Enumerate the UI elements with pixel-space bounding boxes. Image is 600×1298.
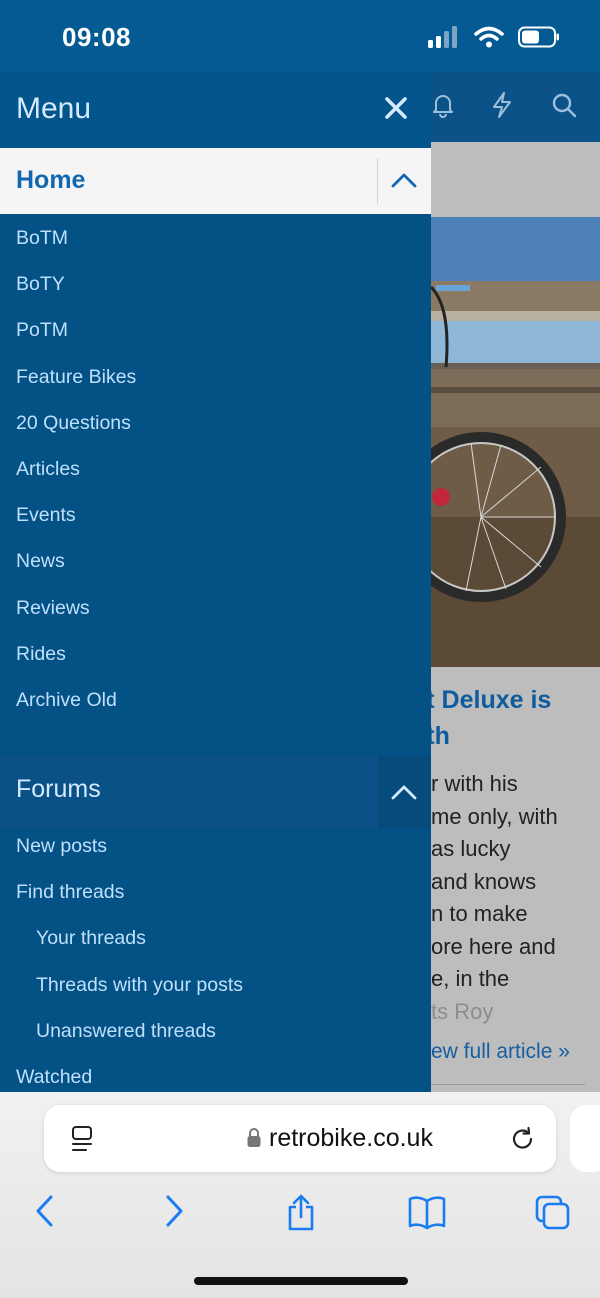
home-submenu-item[interactable]: 20 Questions xyxy=(0,407,431,453)
wifi-icon xyxy=(474,26,504,48)
lightning-icon[interactable] xyxy=(491,92,513,118)
menu-header: Menu xyxy=(0,72,431,148)
article-text-fade-line: ts Roy xyxy=(431,998,494,1024)
forums-submenu-item[interactable]: Your threads xyxy=(0,922,431,968)
article-title-line: nth xyxy=(431,722,450,750)
close-icon[interactable] xyxy=(382,94,410,122)
battery-icon xyxy=(518,26,559,48)
bike-photo xyxy=(431,217,600,667)
forums-submenu: New posts Find threads Your threads Threads… xyxy=(0,828,431,1092)
page-content: nt Deluxe is nth r with his me only, wit… xyxy=(431,142,600,1092)
article-text-line: me only, with xyxy=(431,803,558,829)
url-text: retrobike.co.uk xyxy=(269,1124,433,1152)
forward-icon[interactable] xyxy=(162,1194,186,1228)
status-bar: 09:08 xyxy=(0,0,600,72)
cellular-signal-icon xyxy=(428,26,457,48)
chevron-up-icon xyxy=(391,785,417,800)
home-submenu-item[interactable]: News xyxy=(0,545,431,591)
article-text-line: as lucky xyxy=(431,836,511,861)
reload-icon[interactable] xyxy=(510,1125,536,1153)
home-submenu-item[interactable]: Reviews xyxy=(0,592,431,638)
home-link[interactable]: Home xyxy=(16,166,85,195)
site-header xyxy=(431,72,600,142)
off-canvas-menu: Menu Home BoTM BoTY PoTM Feature Bikes 20 Qu… xyxy=(0,72,431,1092)
forums-submenu-item[interactable]: Watched xyxy=(0,1061,431,1092)
article-text-line: and knows xyxy=(431,868,537,894)
browser-toolbar: retrobike.co.uk xyxy=(0,1092,600,1298)
home-submenu-item[interactable]: Events xyxy=(0,499,431,545)
menu-title: Menu xyxy=(16,92,92,125)
bell-icon[interactable] xyxy=(431,92,455,118)
article-title-line: nt Deluxe is xyxy=(431,686,552,714)
home-submenu-item[interactable]: Archive Old xyxy=(0,684,431,730)
search-icon[interactable] xyxy=(551,92,577,118)
status-time: 09:08 xyxy=(62,22,131,52)
home-submenu-item[interactable]: PoTM xyxy=(0,314,431,360)
home-submenu-item[interactable]: Rides xyxy=(0,638,431,684)
lock-icon xyxy=(247,1128,261,1147)
home-submenu-item[interactable]: Articles xyxy=(0,453,431,499)
status-icons xyxy=(428,26,560,48)
article-text-line: n to make xyxy=(431,901,528,926)
back-icon[interactable] xyxy=(33,1194,57,1228)
article-text-line: e, in the xyxy=(431,966,510,991)
divider xyxy=(431,1084,585,1085)
forums-link[interactable]: Forums xyxy=(16,775,101,804)
address-bar[interactable]: retrobike.co.uk xyxy=(44,1105,556,1172)
article-snippet: r with his me only, with as lucky and kn… xyxy=(431,768,600,1028)
menu-section-forums[interactable]: Forums xyxy=(0,756,431,829)
article-photo[interactable] xyxy=(431,217,600,667)
article-title[interactable]: nt Deluxe is nth xyxy=(431,682,600,754)
tabs-icon[interactable] xyxy=(534,1194,572,1232)
forums-collapse-toggle[interactable] xyxy=(378,756,431,829)
forums-submenu-item[interactable]: Find threads xyxy=(0,876,431,922)
home-submenu: BoTM BoTY PoTM Feature Bikes 20 Questions Art… xyxy=(0,214,431,730)
article-text-line: r with his xyxy=(431,771,518,796)
home-collapse-toggle[interactable] xyxy=(378,148,431,214)
forums-submenu-item[interactable]: Threads with your posts xyxy=(0,969,431,1015)
menu-section-home[interactable]: Home xyxy=(0,148,431,214)
page-menu-icon[interactable] xyxy=(70,1125,96,1153)
article-text-line: ore here and xyxy=(431,933,556,959)
forums-submenu-item[interactable]: New posts xyxy=(0,830,431,876)
bookmarks-icon[interactable] xyxy=(407,1194,447,1230)
chevron-up-icon xyxy=(391,173,417,188)
view-full-article-link[interactable]: ew full article » xyxy=(431,1040,570,1064)
home-indicator xyxy=(194,1277,408,1285)
next-tab-preview[interactable] xyxy=(570,1105,600,1172)
home-submenu-item[interactable]: BoTY xyxy=(0,268,431,314)
home-submenu-item[interactable]: BoTM xyxy=(0,222,431,268)
forums-submenu-item[interactable]: Unanswered threads xyxy=(0,1015,431,1061)
share-icon[interactable] xyxy=(284,1194,318,1232)
home-submenu-item[interactable]: Feature Bikes xyxy=(0,361,431,407)
